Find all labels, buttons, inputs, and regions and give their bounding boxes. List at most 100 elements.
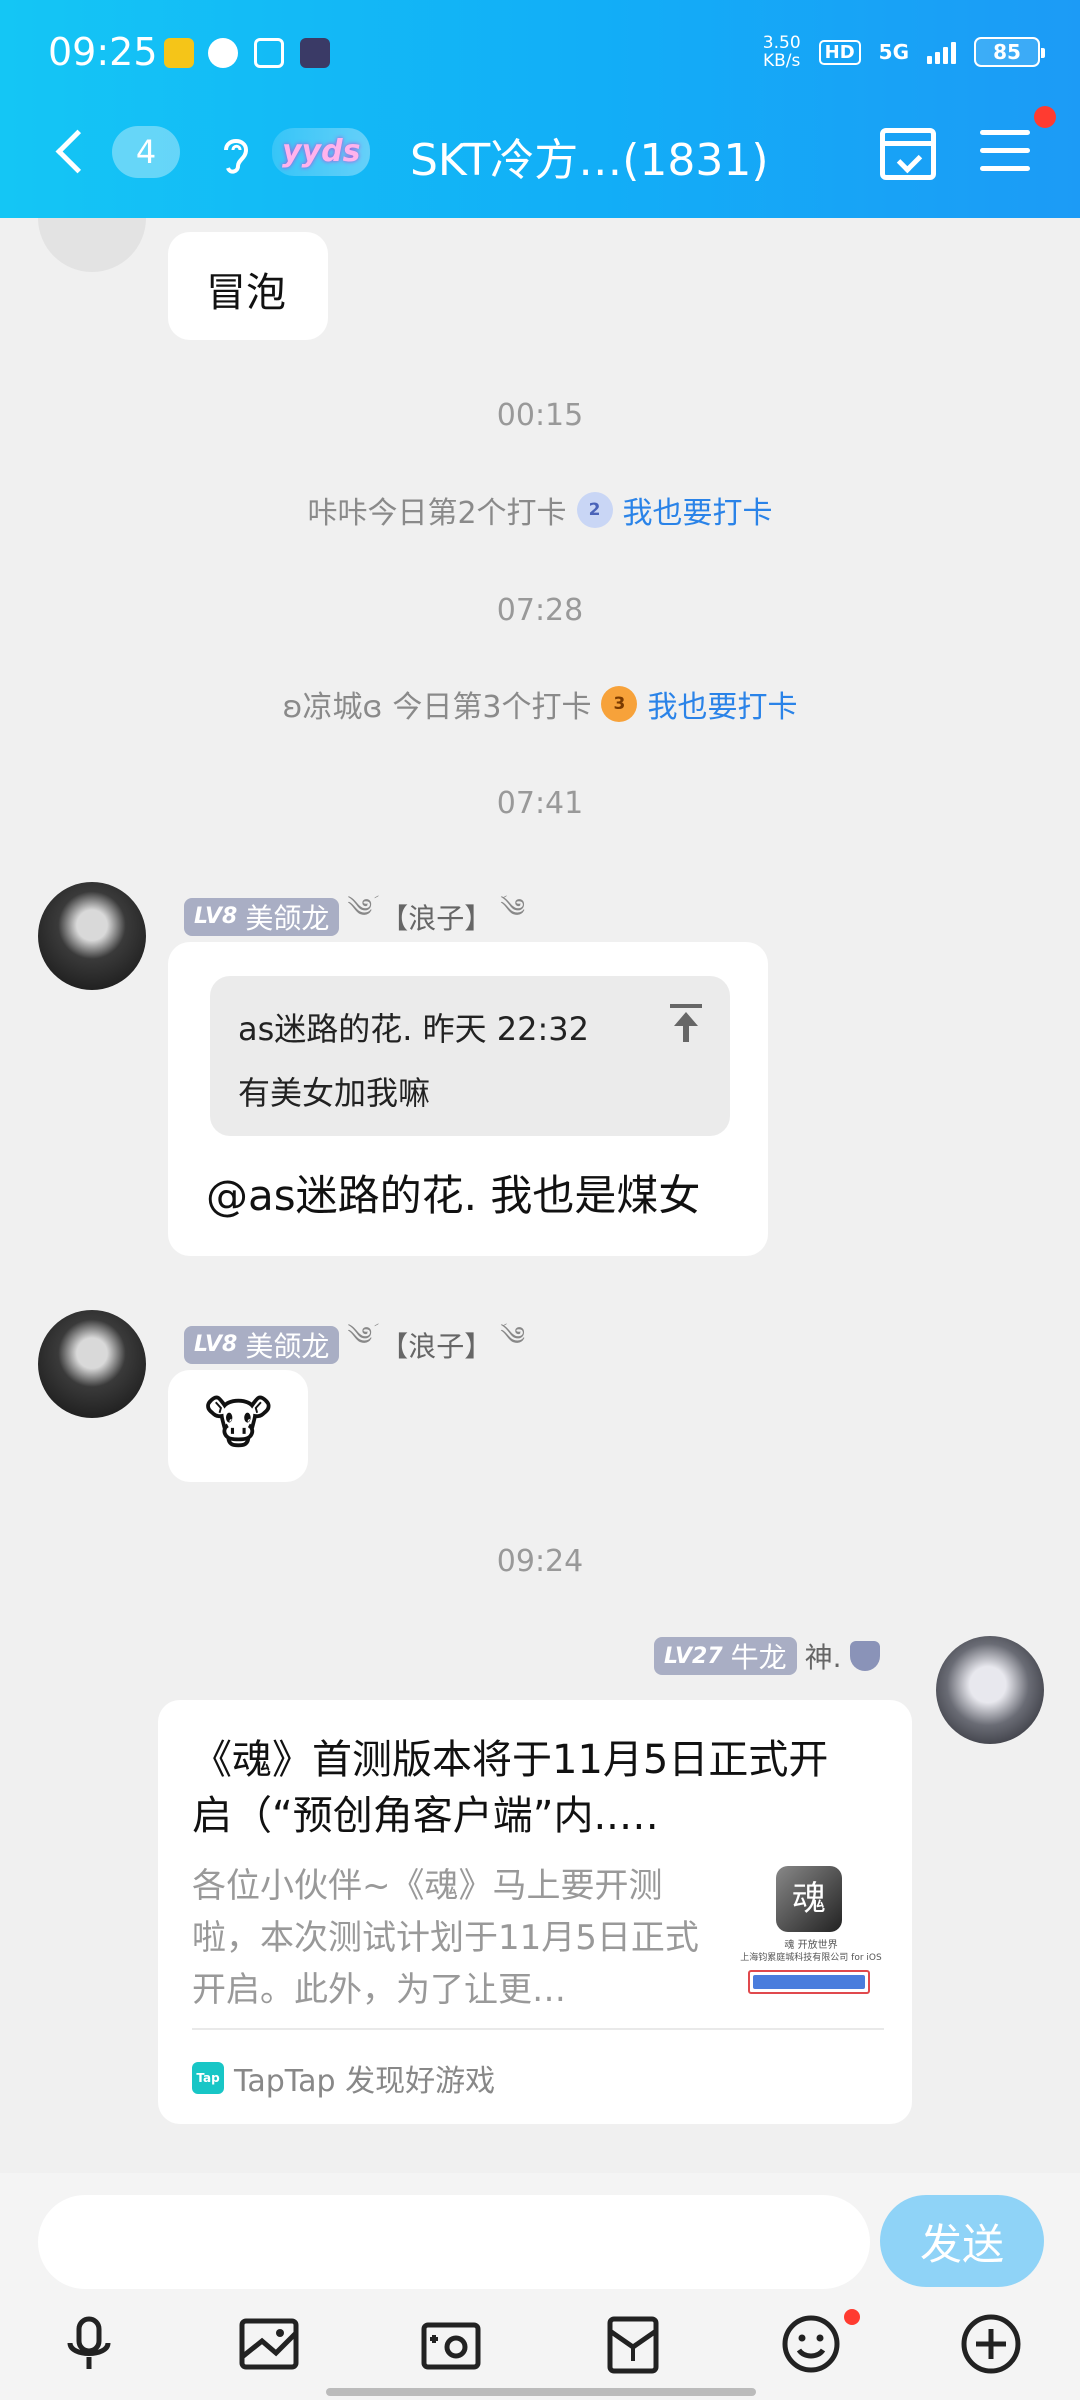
thumb-text: 魂 开放世界 [784,1940,838,1951]
sender-tag: 【浪子】 [380,901,493,935]
source-text: TapTap 发现好游戏 [234,2064,496,2099]
decor-swirl: ɞ [362,690,383,725]
level-label: LV27 [664,1643,723,1669]
ear-icon[interactable] [216,132,256,178]
calendar-check-icon[interactable] [880,128,936,180]
sender-name[interactable]: 美颌龙 [245,897,329,937]
message-input[interactable] [38,2195,870,2289]
divider [192,2028,884,2030]
microphone-icon-svg [67,2316,111,2369]
checkin-badge-icon: 3 [601,686,638,722]
level-name-badge: LV8 美颌龙 [184,897,340,937]
plus-icon-svg [961,2314,1021,2374]
status-time: 09:25 [48,30,158,74]
taptap-icon: Tap [192,2062,224,2094]
k-app-icon [300,38,330,68]
message-bubble[interactable]: as迷路的花. 昨天 22:32 有美女加我嘛 @as迷路的花. 我也是煤女 [168,942,768,1256]
quote-text: 有美女加我嘛 [238,1074,431,1112]
decor-wing-icon: ؘ༄ [500,1322,526,1352]
checkin-notice: 咔咔今日第2个打卡 2 我也要打卡 [0,488,1080,532]
game-logo-icon: 魂 [776,1866,842,1932]
checkin-text: 咔咔今日第2个打卡 [307,496,567,531]
checkin-link[interactable]: 我也要打卡 [647,682,797,726]
card-thumbnail: 魂 魂 开放世界 上海钧累庭城科技有限公司 for iOS [736,1862,886,2002]
timestamp: 07:28 [496,593,584,628]
avatar[interactable] [38,218,146,272]
ear-icon-svg [224,139,249,174]
message-bubble[interactable]: 冒泡 [168,232,328,340]
chat-nav-bar: 4 yyds SKT冷方…(1831) [0,110,1080,200]
thumb-button [748,1970,870,1994]
status-bar: 09:25 3.50 KB/s HD 5G 85 [0,0,1080,100]
network-type: 5G [878,40,909,64]
bottom-toolbar [0,2293,1080,2400]
emoji-icon-svg [782,2315,840,2373]
top-header: 09:25 3.50 KB/s HD 5G 85 4 yyds SKT冷方…(1… [0,0,1080,218]
checkin-badge-icon: 2 [576,492,613,528]
sender-name[interactable]: 美颌龙 [245,1325,329,1365]
thumb-text: 上海钧累庭城科技有限公司 for iOS [740,1953,882,1963]
checkin-notice: ʚ凉城ɞ 今日第3个打卡 3 我也要打卡 [0,682,1080,726]
decor-swirl: ʚ [282,690,303,725]
notification-dot [1034,106,1056,128]
speed-value: 3.50 [762,33,801,53]
plus-icon[interactable] [958,2311,1024,2377]
image-icon[interactable] [236,2311,302,2377]
red-packet-icon-svg [607,2316,659,2374]
chat-title[interactable]: SKT冷方…(1831) [410,124,769,188]
microphone-icon[interactable] [56,2311,122,2377]
decor-wing-icon: ༄ؘ [347,1322,373,1352]
shield-badge-icon [849,1641,880,1671]
quoted-reply[interactable]: as迷路的花. 昨天 22:32 有美女加我嘛 [210,976,730,1136]
checkin-link[interactable]: 我也要打卡 [623,488,773,532]
avatar[interactable] [936,1636,1044,1744]
status-right-group: 3.50 KB/s HD 5G 85 [762,33,1045,71]
timestamp: 09:24 [496,1544,584,1579]
speed-unit: KB/s [763,51,801,71]
level-name-badge: LV8 美颌龙 [184,1325,340,1365]
timestamp: 00:15 [496,398,584,433]
camera-icon-svg [421,2322,481,2370]
notification-app-icon [164,38,194,68]
image-icon-svg [239,2318,299,2370]
menu-icon[interactable] [980,130,1030,176]
unread-count-badge[interactable]: 4 [112,126,180,178]
home-indicator[interactable] [326,2388,756,2396]
checkin-user-name: 凉城 [302,690,363,725]
emoji-icon[interactable] [778,2311,844,2377]
quote-header: as迷路的花. 昨天 22:32 [238,1010,590,1048]
card-source: Tap TapTap 发现好游戏 [192,2056,495,2100]
sender-tag: 【浪子】 [380,1329,493,1363]
checkin-user: ʚ凉城ɞ [283,682,383,726]
sender-tag: 神. [804,1641,842,1674]
level-name-badge: LV27 牛龙 [654,1637,797,1675]
avatar[interactable] [38,882,146,990]
timestamp: 07:41 [496,786,584,821]
card-description: 各位小伙伴~《魂》马上要开测啦，本次测试计划于11月5日正式开启。此外，为了让更… [192,1866,699,2010]
check-circle-icon [208,38,238,68]
jump-to-top-icon[interactable] [670,1004,702,1044]
send-button[interactable]: 发送 [880,2195,1044,2287]
sender-meta: LV27 牛龙 神. [654,1636,880,1676]
battery-icon: 85 [974,37,1045,67]
red-packet-icon[interactable] [600,2311,666,2377]
input-bar: 发送 [0,2173,1080,2293]
message-bubble[interactable]: 🐮 [168,1370,308,1482]
camera-icon[interactable] [418,2311,484,2377]
checkin-text: 今日第3个打卡 [392,690,592,725]
hd-icon: HD [818,39,861,65]
link-card[interactable]: 《魂》首测版本将于11月5日正式开启（“预创角客户端”内..… 各位小伙伴~《魂… [158,1700,912,2124]
group-badge: yyds [272,128,371,176]
signal-icon [927,40,956,64]
message-text: @as迷路的花. 我也是煤女 [206,1171,701,1220]
avatar[interactable] [38,1310,146,1418]
sender-name[interactable]: 牛龙 [731,1636,787,1676]
cow-emoji: 🐮 [204,1389,273,1457]
level-label: LV8 [194,904,238,929]
notification-dot [844,2309,860,2325]
card-title: 《魂》首测版本将于11月5日正式开启（“预创角客户端”内..… [192,1737,829,1839]
chat-area[interactable]: 冒泡 00:15 咔咔今日第2个打卡 2 我也要打卡 07:28 ʚ凉城ɞ 今日… [0,218,1080,2173]
inbox-icon [254,38,284,68]
back-arrow-icon[interactable] [52,128,92,178]
level-label: LV8 [194,1332,238,1357]
